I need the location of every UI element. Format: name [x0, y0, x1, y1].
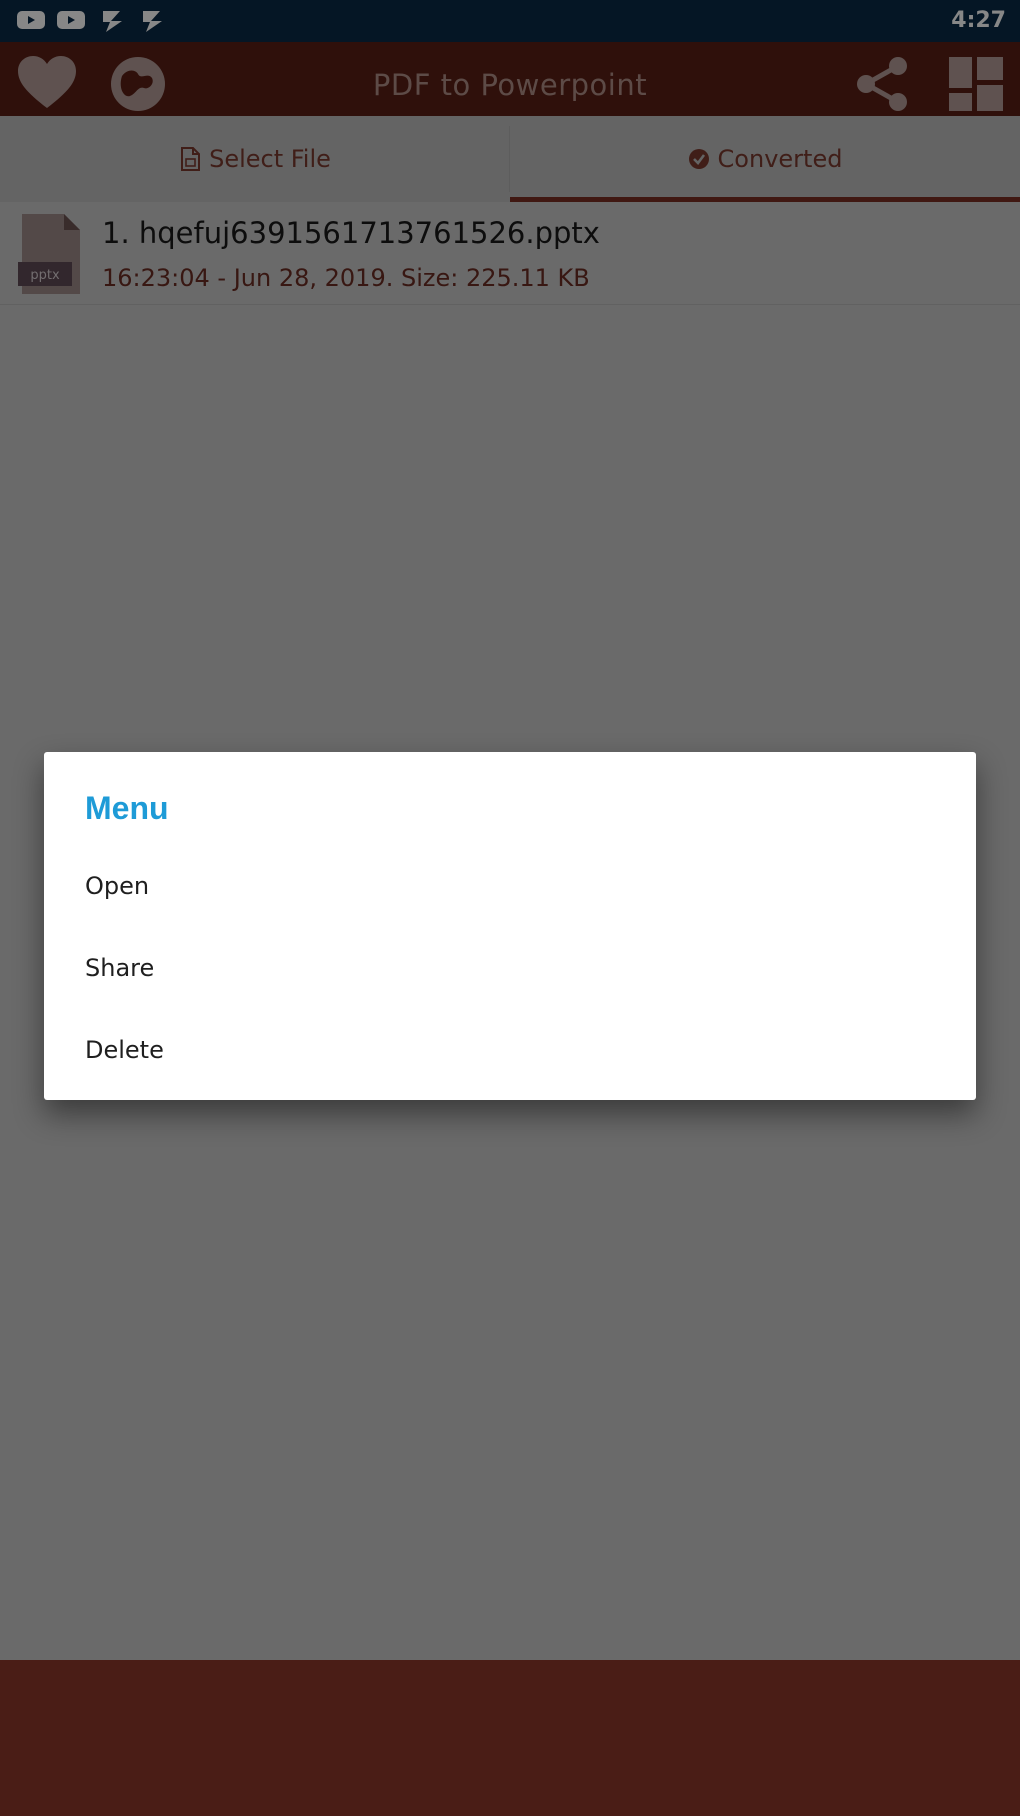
menu-item-share[interactable]: Share	[44, 932, 976, 1004]
menu-item-label: Delete	[85, 1036, 164, 1064]
bottom-ad-bar	[0, 1660, 1020, 1816]
menu-dialog: Menu Open Share Delete	[44, 752, 976, 1100]
menu-item-open[interactable]: Open	[44, 850, 976, 922]
menu-item-delete[interactable]: Delete	[44, 1014, 976, 1086]
menu-item-label: Open	[85, 872, 150, 900]
menu-item-label: Share	[85, 954, 155, 982]
dialog-title: Menu	[85, 790, 169, 826]
